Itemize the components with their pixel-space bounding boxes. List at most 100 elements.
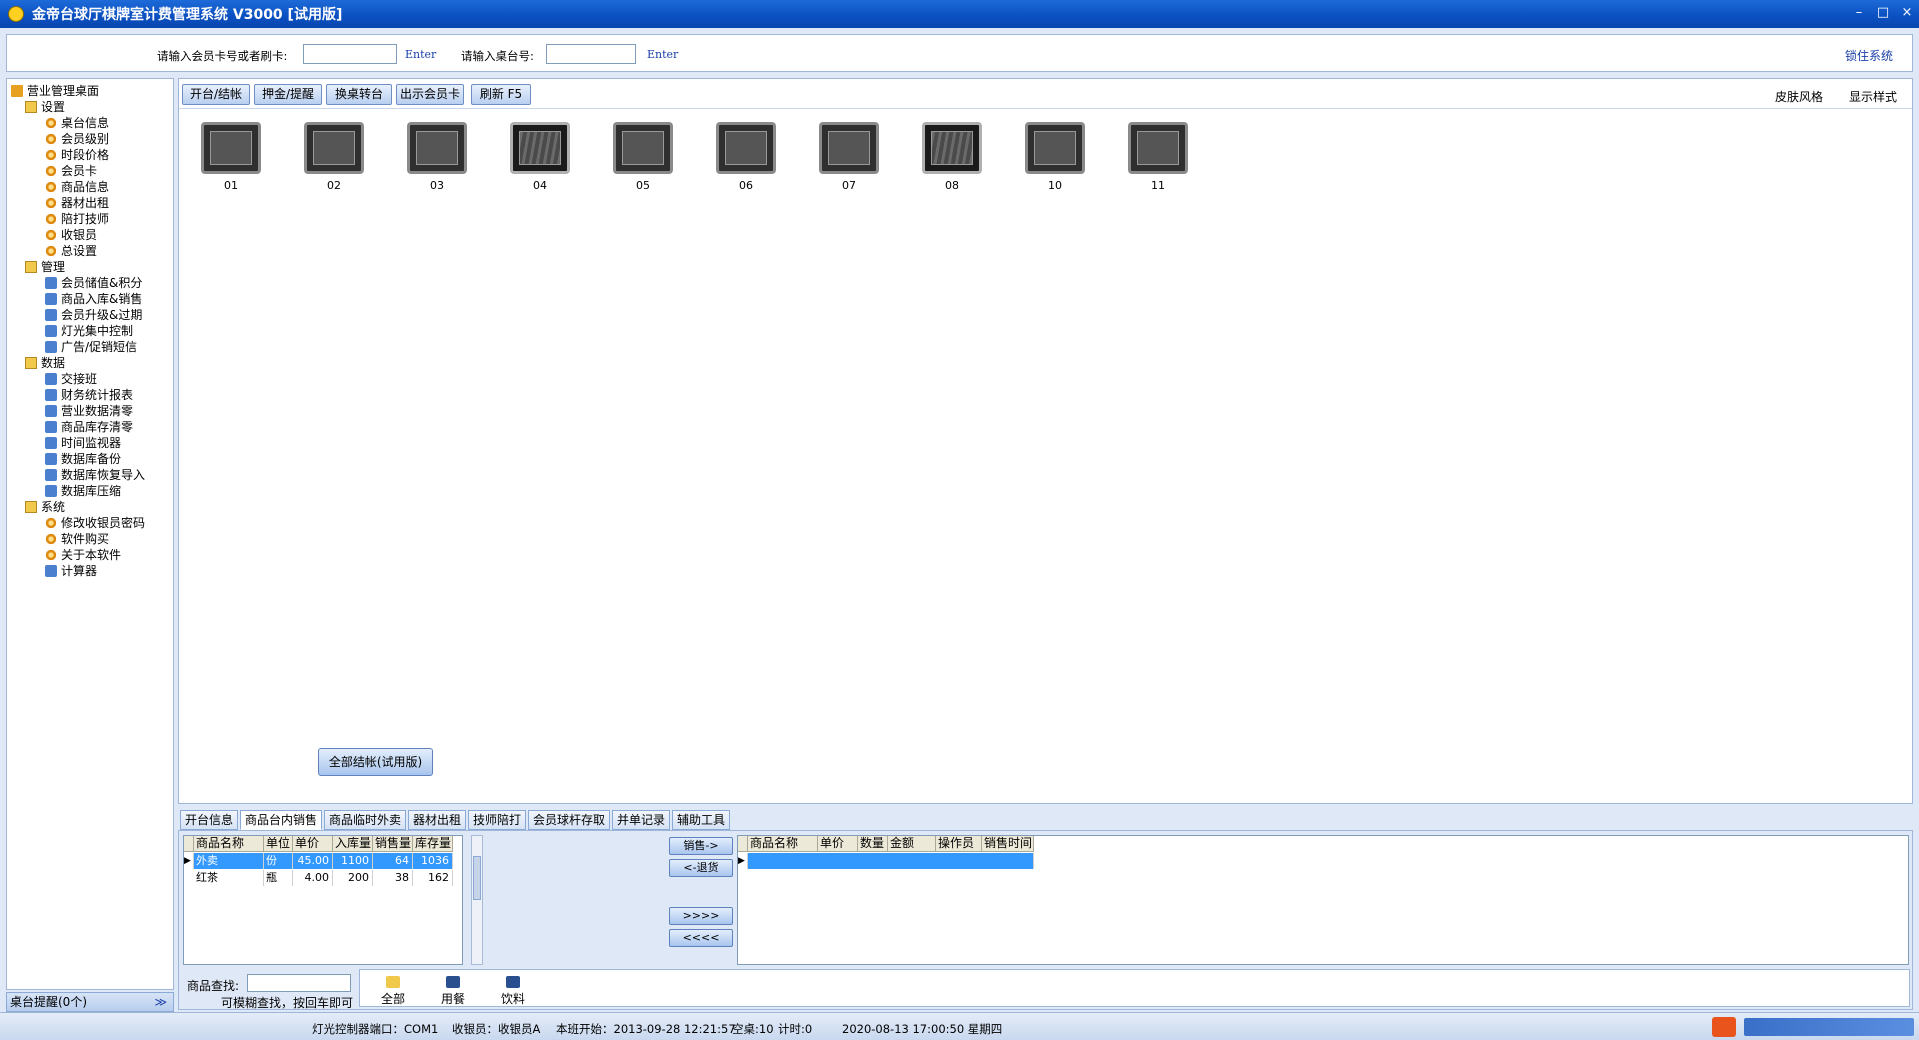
tree-item[interactable]: 商品库存清零	[45, 419, 133, 435]
goods-name-cell[interactable]: 红茶	[194, 870, 264, 886]
col-amount[interactable]: 金额	[888, 836, 936, 852]
tree-group[interactable]: 设置	[25, 99, 65, 115]
category-all[interactable]: 全部	[368, 976, 418, 1007]
close-button[interactable]: ×	[1896, 4, 1918, 22]
tree-item[interactable]: 会员升级&过期	[45, 307, 142, 323]
skin-style-menu[interactable]: 皮肤风格	[1775, 88, 1823, 105]
table-row[interactable]	[748, 853, 1034, 869]
tab-in-table-sales[interactable]: 商品台内销售	[240, 810, 322, 830]
tree-item[interactable]: 桌台信息	[45, 115, 109, 131]
tab-technician[interactable]: 技师陪打	[468, 810, 526, 830]
tree-item[interactable]: 软件购买	[45, 531, 109, 547]
table-tile[interactable]	[1128, 122, 1188, 177]
tree-item[interactable]: 陪打技师	[45, 211, 109, 227]
tree-item[interactable]: 商品信息	[45, 179, 109, 195]
tree-group[interactable]: 数据	[25, 355, 65, 371]
tab-open-info[interactable]: 开台信息	[180, 810, 238, 830]
sold-cell[interactable]: 38	[373, 870, 413, 886]
tree-item[interactable]: 时段价格	[45, 147, 109, 163]
unit-cell[interactable]: 份	[264, 853, 293, 869]
tree-item[interactable]: 会员储值&积分	[45, 275, 142, 291]
goods-name-cell[interactable]: 外卖	[194, 853, 264, 869]
lock-system-link[interactable]: 锁住系统	[1845, 47, 1893, 64]
deposit-reminder-button[interactable]: 押金/提醒	[254, 84, 322, 105]
table-tile[interactable]	[1025, 122, 1085, 177]
tree-item[interactable]: 会员级别	[45, 131, 109, 147]
category-dining[interactable]: 用餐	[428, 976, 478, 1007]
col-unit[interactable]: 单位	[264, 836, 293, 852]
tree-item[interactable]: 收银员	[45, 227, 97, 243]
tree-item[interactable]: 关于本软件	[45, 547, 121, 563]
tree-item[interactable]: 交接班	[45, 371, 97, 387]
maximize-button[interactable]: □	[1872, 4, 1894, 22]
tab-tools[interactable]: 辅助工具	[672, 810, 730, 830]
unit-cell[interactable]: 瓶	[264, 870, 293, 886]
tab-cue-storage[interactable]: 会员球杆存取	[528, 810, 610, 830]
table-tile[interactable]	[819, 122, 879, 177]
return-button[interactable]: <-退货	[669, 859, 733, 877]
table-tile[interactable]	[613, 122, 673, 177]
move-all-right-button[interactable]: >>>>	[669, 907, 733, 925]
price-cell[interactable]: 4.00	[293, 870, 333, 886]
ime-toolbar[interactable]	[1744, 1018, 1914, 1036]
tree-item[interactable]: 营业数据清零	[45, 403, 133, 419]
sell-button[interactable]: 销售->	[669, 837, 733, 855]
col-operator[interactable]: 操作员	[936, 836, 982, 852]
tree-item[interactable]: 灯光集中控制	[45, 323, 133, 339]
ime-logo-icon[interactable]	[1712, 1017, 1736, 1037]
tree-group[interactable]: 系统	[25, 499, 65, 515]
col-stock-in[interactable]: 入库量	[333, 836, 373, 852]
tree-item[interactable]: 总设置	[45, 243, 97, 259]
scroll-thumb[interactable]	[473, 856, 481, 900]
col-goods-name[interactable]: 商品名称	[748, 836, 818, 852]
price-cell[interactable]: 45.00	[293, 853, 333, 869]
goods-search-input[interactable]	[247, 974, 351, 992]
table-reminder-bar[interactable]: 桌台提醒(0个) ≫	[6, 992, 174, 1012]
tree-item[interactable]: 数据库备份	[45, 451, 121, 467]
table-tile[interactable]	[716, 122, 776, 177]
move-all-left-button[interactable]: <<<<	[669, 929, 733, 947]
tab-merge-records[interactable]: 并单记录	[612, 810, 670, 830]
col-sold[interactable]: 销售量	[373, 836, 413, 852]
checkout-all-button[interactable]: 全部结帐(试用版)	[318, 748, 433, 776]
tree-item[interactable]: 时间监视器	[45, 435, 121, 451]
category-drinks[interactable]: 饮料	[488, 976, 538, 1007]
display-style-menu[interactable]: 显示样式	[1849, 88, 1897, 105]
member-card-input[interactable]	[303, 44, 397, 64]
tree-item[interactable]: 广告/促销短信	[45, 339, 137, 355]
table-tile[interactable]	[922, 122, 982, 177]
minimize-button[interactable]: –	[1848, 4, 1870, 22]
col-quantity[interactable]: 数量	[858, 836, 888, 852]
tab-equipment-rental[interactable]: 器材出租	[408, 810, 466, 830]
change-table-button[interactable]: 换桌转台	[326, 84, 392, 105]
col-price[interactable]: 单价	[818, 836, 858, 852]
inventory-cell[interactable]: 1036	[413, 853, 453, 869]
tree-item[interactable]: 数据库压缩	[45, 483, 121, 499]
col-goods-name[interactable]: 商品名称	[194, 836, 264, 852]
inventory-cell[interactable]: 162	[413, 870, 453, 886]
table-tile[interactable]	[304, 122, 364, 177]
stock-in-cell[interactable]: 1100	[333, 853, 373, 869]
refresh-button[interactable]: 刷新 F5	[471, 84, 531, 105]
table-tile[interactable]	[201, 122, 261, 177]
goods-scrollbar[interactable]	[471, 835, 483, 965]
col-sale-time[interactable]: 销售时间	[982, 836, 1034, 852]
stock-in-cell[interactable]: 200	[333, 870, 373, 886]
tree-root[interactable]: 营业管理桌面	[11, 83, 99, 99]
tree-item[interactable]: 修改收银员密码	[45, 515, 145, 531]
tab-takeaway[interactable]: 商品临时外卖	[324, 810, 406, 830]
col-price[interactable]: 单价	[293, 836, 333, 852]
tree-item[interactable]: 财务统计报表	[45, 387, 133, 403]
tree-item[interactable]: 会员卡	[45, 163, 97, 179]
table-number-input[interactable]	[546, 44, 636, 64]
table-tile[interactable]	[510, 122, 570, 177]
tree-item[interactable]: 商品入库&销售	[45, 291, 142, 307]
open-checkout-button[interactable]: 开台/结帐	[182, 84, 250, 105]
chevron-down-icon[interactable]: ≫	[154, 993, 167, 1011]
tree-item[interactable]: 计算器	[45, 563, 97, 579]
table-tile[interactable]	[407, 122, 467, 177]
tree-item[interactable]: 数据库恢复导入	[45, 467, 145, 483]
sold-cell[interactable]: 64	[373, 853, 413, 869]
tree-group[interactable]: 管理	[25, 259, 65, 275]
show-member-card-button[interactable]: 出示会员卡	[396, 84, 464, 105]
